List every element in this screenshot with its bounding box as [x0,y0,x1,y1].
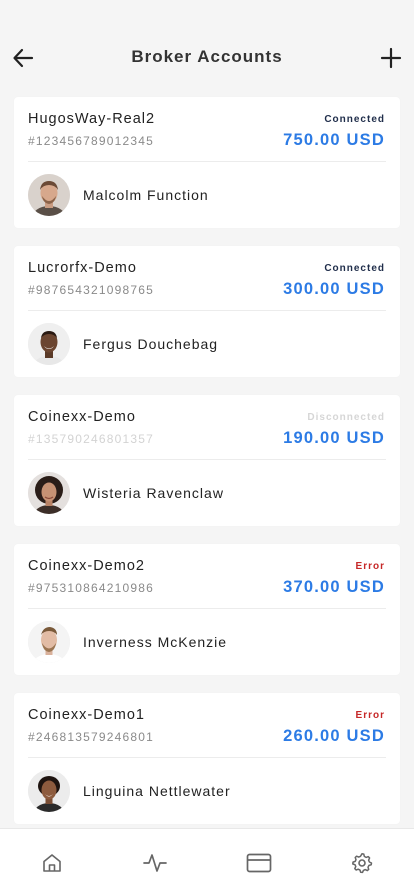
account-number: #123456789012345 [28,134,154,148]
screen: Broker Accounts HugosWay-Real2 #12345678… [0,0,414,896]
status-badge: Connected [324,114,385,125]
account-balance: 750.00 USD [283,131,385,149]
header: Broker Accounts [0,0,414,96]
account-card[interactable]: HugosWay-Real2 #123456789012345 Connecte… [14,97,400,228]
page-title: Broker Accounts [131,47,283,66]
status-badge: Error [355,561,385,572]
divider [28,459,386,460]
account-card[interactable]: Coinexx-Demo2 #975310864210986 Error 370… [14,544,400,675]
owner-name: Malcolm Function [83,187,209,203]
account-name: Coinexx-Demo [28,409,136,425]
account-owner: Linguina Nettlewater [28,770,231,812]
account-name: HugosWay-Real2 [28,111,156,127]
account-number: #975310864210986 [28,581,154,595]
account-list: HugosWay-Real2 #123456789012345 Connecte… [14,97,400,842]
account-number: #987654321098765 [28,283,154,297]
avatar [28,472,70,514]
account-card[interactable]: Lucrorfx-Demo #987654321098765 Connected… [14,246,400,377]
nav-activity[interactable] [104,829,208,896]
account-balance: 190.00 USD [283,429,385,447]
avatar [28,174,70,216]
divider [28,757,386,758]
account-name: Coinexx-Demo1 [28,707,145,723]
status-badge: Error [355,710,385,721]
account-owner: Inverness McKenzie [28,621,227,663]
account-number: #135790246801357 [28,432,154,446]
settings-icon [352,853,373,874]
divider [28,161,386,162]
account-owner: Fergus Douchebag [28,323,218,365]
avatar [28,770,70,812]
account-name: Coinexx-Demo2 [28,558,145,574]
owner-name: Fergus Douchebag [83,336,219,352]
account-number: #246813579246801 [28,730,154,744]
nav-settings[interactable] [311,829,414,896]
account-card[interactable]: Coinexx-Demo1 #246813579246801 Error 260… [14,693,400,824]
activity-icon [143,854,168,872]
card-icon [246,853,272,873]
account-balance: 300.00 USD [283,280,385,298]
avatar [28,323,70,365]
nav-home[interactable] [0,829,104,896]
divider [28,608,386,609]
account-card[interactable]: Coinexx-Demo #135790246801357 Disconnect… [14,395,400,526]
account-balance: 370.00 USD [283,578,385,596]
owner-name: Wisteria Ravenclaw [83,485,224,501]
status-badge: Disconnected [307,412,385,423]
owner-name: Inverness McKenzie [83,634,228,650]
account-owner: Malcolm Function [28,174,209,216]
divider [28,310,386,311]
plus-icon [380,47,402,69]
nav-cards[interactable] [207,829,311,896]
bottom-nav [0,828,414,896]
home-icon [42,854,61,872]
status-badge: Connected [324,263,385,274]
account-name: Lucrorfx-Demo [28,260,137,276]
avatar [28,621,70,663]
add-account-button[interactable] [378,45,404,71]
account-balance: 260.00 USD [283,727,385,745]
account-owner: Wisteria Ravenclaw [28,472,224,514]
owner-name: Linguina Nettlewater [83,783,231,799]
